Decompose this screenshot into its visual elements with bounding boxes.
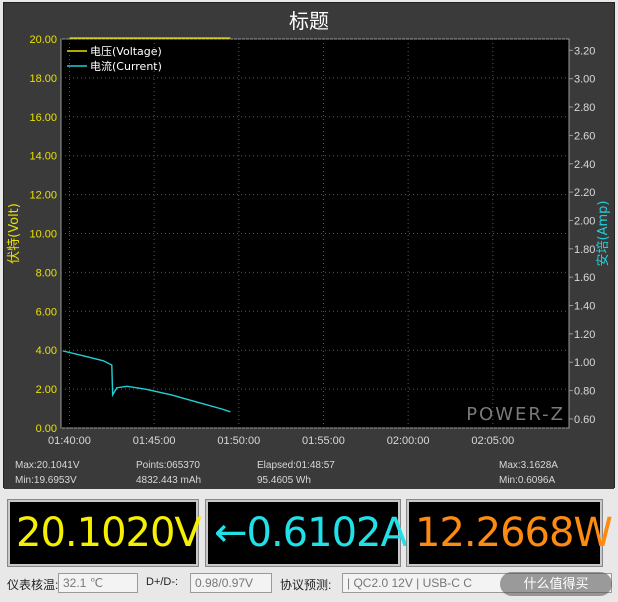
- y-right-tick-label: 1.40: [574, 301, 595, 313]
- current-readout: ←0.6102A: [205, 499, 408, 567]
- x-tick-label: 02:00:00: [387, 435, 430, 447]
- stat-points: Points:065370: [136, 460, 200, 471]
- stat-min-current: Min:0.6096A: [499, 475, 556, 486]
- y-left-tick-label: 16.00: [29, 112, 57, 124]
- x-tick-label: 01:45:00: [133, 435, 176, 447]
- y-right-tick-label: 1.20: [574, 329, 595, 341]
- y-right-tick-label: 2.80: [574, 102, 595, 114]
- stat-max-current: Max:3.1628A: [499, 460, 558, 471]
- power-z-watermark: POWER-Z: [466, 404, 565, 425]
- y-right-tick-label: 2.60: [574, 130, 595, 142]
- legend-label: 电流(Current): [90, 59, 162, 73]
- y-left-tick-label: 8.00: [36, 267, 57, 279]
- current-value: ←0.6102A: [214, 510, 408, 556]
- y-right-tick-label: 0.60: [574, 414, 595, 426]
- y-right-tick-label: 3.00: [574, 74, 595, 86]
- y-left-tick-label: 0.00: [36, 423, 57, 435]
- y-right-tick-label: 1.80: [574, 244, 595, 256]
- x-tick-label: 01:50:00: [217, 435, 260, 447]
- site-watermark: 什么值得买: [500, 572, 612, 596]
- stat-min-voltage: Min:19.6953V: [15, 475, 77, 486]
- x-tick-label: 02:05:00: [471, 435, 514, 447]
- y-left-tick-label: 14.00: [29, 151, 57, 163]
- y-right-tick-label: 2.00: [574, 215, 595, 227]
- y-left-tick-label: 2.00: [36, 384, 57, 396]
- stat-energy: 95.4605 Wh: [257, 475, 311, 486]
- y-left-tick-label: 12.00: [29, 190, 57, 202]
- protocol-label: 协议预测:: [280, 578, 332, 592]
- stat-max-voltage: Max:20.1041V: [15, 460, 80, 471]
- y-left-tick-label: 6.00: [36, 306, 57, 318]
- y-left-tick-label: 20.00: [29, 34, 57, 46]
- y-right-tick-label: 0.80: [574, 386, 595, 398]
- voltage-readout: 20.1020V: [7, 499, 202, 567]
- y-left-tick-label: 10.00: [29, 229, 57, 241]
- stat-capacity: 4832.443 mAh: [136, 475, 202, 486]
- x-tick-label: 01:40:00: [48, 435, 91, 447]
- temp-field: 32.1 ℃: [58, 573, 138, 593]
- y-left-tick-label: 18.00: [29, 73, 57, 85]
- stats-bar: Max:20.1041V Min:19.6953V Points:065370 …: [4, 455, 614, 489]
- power-z-window: 标题 0.00 2.00 4.00 6.00 8.00 10.00 12.00 14.00 16…: [0, 0, 618, 602]
- x-tick-label: 01:55:00: [302, 435, 345, 447]
- power-readout: 12.2668W: [406, 499, 613, 567]
- y-right-tick-label: 1.60: [574, 272, 595, 284]
- y-right-tick-label: 3.20: [574, 45, 595, 57]
- dpdm-label: D+/D-:: [146, 576, 179, 588]
- temp-label: 仪表核温:: [7, 578, 59, 592]
- right-axis-title: 安培(Amp): [595, 201, 611, 267]
- y-right-tick-label: 2.20: [574, 187, 595, 199]
- y-right-tick-label: 2.40: [574, 159, 595, 171]
- stat-elapsed: Elapsed:01:48:57: [257, 460, 335, 471]
- y-right-tick-label: 1.00: [574, 357, 595, 369]
- chart-plot: 0.00 2.00 4.00 6.00 8.00 10.00 12.00 14.00 16.00…: [7, 34, 611, 447]
- voltage-value: 20.1020V: [16, 510, 202, 556]
- legend-label: 电压(Voltage): [90, 45, 162, 58]
- chart-panel: 标题 0.00 2.00 4.00 6.00 8.00 10.00 12.00 14.00 16…: [3, 2, 615, 489]
- power-value: 12.2668W: [415, 510, 613, 556]
- y-left-tick-label: 4.00: [36, 345, 57, 357]
- dpdm-field: 0.98/0.97V: [190, 573, 272, 593]
- left-axis-title: 伏特(Volt): [7, 203, 22, 264]
